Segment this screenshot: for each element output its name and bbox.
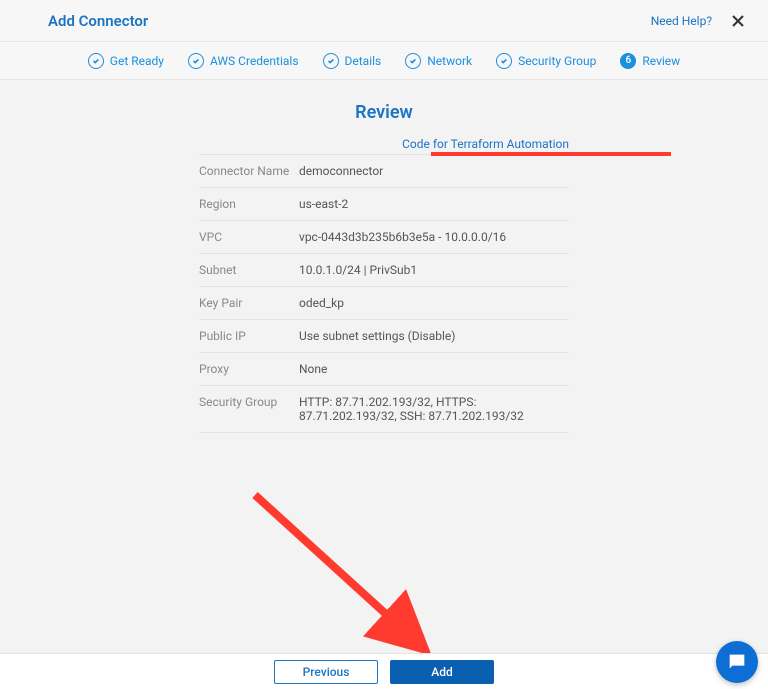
review-panel: Review Code for Terraform Automation Con…	[0, 80, 768, 433]
table-row: Key Pairoded_kp	[199, 287, 569, 320]
add-button[interactable]: Add	[390, 660, 494, 684]
check-icon	[496, 53, 512, 69]
step-network[interactable]: Network	[405, 53, 472, 69]
step-review[interactable]: 6 Review	[620, 53, 680, 69]
check-icon	[323, 53, 339, 69]
row-value: 10.0.1.0/24 | PrivSub1	[299, 263, 417, 277]
table-row: VPCvpc-0443d3b235b6b3e5a - 10.0.0.0/16	[199, 221, 569, 254]
step-number-icon: 6	[620, 53, 636, 69]
page-title: Add Connector	[48, 12, 148, 30]
help-chat-button[interactable]	[716, 641, 758, 683]
row-value: democonnector	[299, 164, 383, 178]
close-button[interactable]	[726, 9, 750, 33]
row-value: Use subnet settings (Disable)	[299, 329, 455, 343]
step-details[interactable]: Details	[323, 53, 382, 69]
row-label: Proxy	[199, 362, 299, 376]
row-value: vpc-0443d3b235b6b3e5a - 10.0.0.0/16	[299, 230, 506, 244]
row-value: us-east-2	[299, 197, 348, 211]
table-row: ProxyNone	[199, 353, 569, 386]
review-title: Review	[0, 102, 768, 123]
terraform-row: Code for Terraform Automation	[199, 129, 569, 154]
header-bar: Add Connector Need Help?	[0, 0, 768, 42]
row-label: Key Pair	[199, 296, 299, 310]
table-row: Regionus-east-2	[199, 188, 569, 221]
row-label: Region	[199, 197, 299, 211]
row-value: oded_kp	[299, 296, 344, 310]
step-label: Get Ready	[110, 54, 164, 68]
step-label: Security Group	[518, 54, 596, 68]
row-label: Public IP	[199, 329, 299, 343]
review-table: Connector Namedemoconnector Regionus-eas…	[199, 154, 569, 433]
table-row: Security GroupHTTP: 87.71.202.193/32, HT…	[199, 386, 569, 433]
previous-button[interactable]: Previous	[274, 660, 378, 684]
row-label: Subnet	[199, 263, 299, 277]
need-help-link[interactable]: Need Help?	[651, 14, 712, 28]
table-row: Connector Namedemoconnector	[199, 154, 569, 188]
step-label: AWS Credentials	[210, 54, 299, 68]
step-aws-credentials[interactable]: AWS Credentials	[188, 53, 299, 69]
row-label: VPC	[199, 230, 299, 244]
close-icon	[731, 14, 745, 28]
step-label: Review	[642, 54, 680, 68]
chat-icon	[726, 651, 748, 673]
table-row: Subnet10.0.1.0/24 | PrivSub1	[199, 254, 569, 287]
step-security-group[interactable]: Security Group	[496, 53, 596, 69]
step-get-ready[interactable]: Get Ready	[88, 53, 164, 69]
step-label: Details	[345, 54, 382, 68]
row-label: Security Group	[199, 395, 299, 423]
annotation-underline	[431, 152, 671, 156]
step-label: Network	[427, 54, 472, 68]
stepper: Get Ready AWS Credentials Details Networ…	[0, 42, 768, 80]
row-value: None	[299, 362, 327, 376]
check-icon	[88, 53, 104, 69]
terraform-link[interactable]: Code for Terraform Automation	[402, 137, 569, 151]
annotation-arrow	[245, 485, 445, 665]
check-icon	[405, 53, 421, 69]
footer-bar: Previous Add	[0, 653, 768, 689]
row-value: HTTP: 87.71.202.193/32, HTTPS: 87.71.202…	[299, 395, 569, 423]
check-icon	[188, 53, 204, 69]
table-row: Public IPUse subnet settings (Disable)	[199, 320, 569, 353]
row-label: Connector Name	[199, 164, 299, 178]
